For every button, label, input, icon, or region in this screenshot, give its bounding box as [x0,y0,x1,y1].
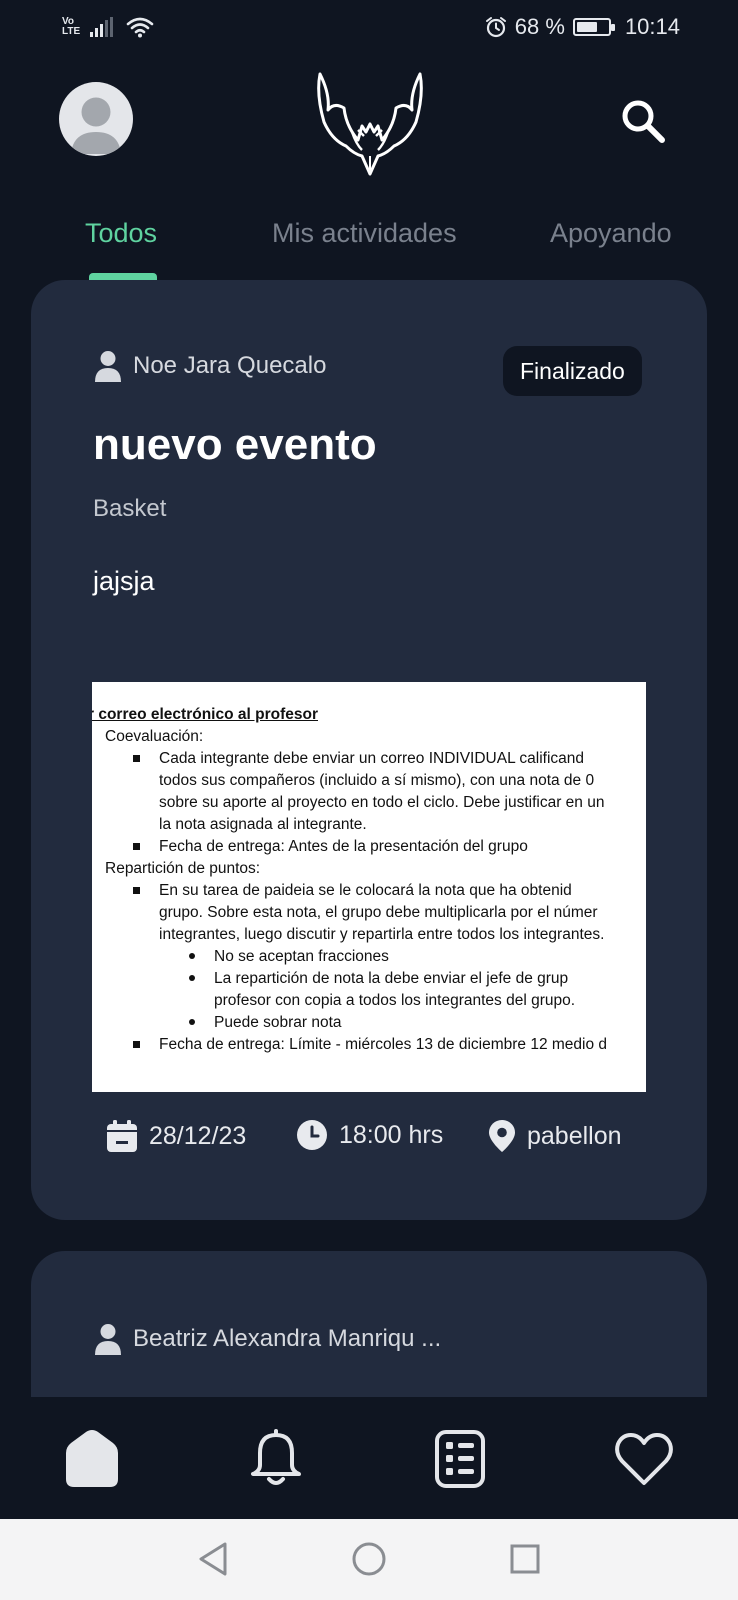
tab-mis-actividades[interactable]: Mis actividades [272,218,457,249]
list-icon [435,1430,485,1488]
doc-dot-bullet [189,1019,195,1025]
doc-square-bullet [133,843,140,850]
doc-line: Cada integrante debe enviar un correo IN… [159,750,585,767]
system-home-button[interactable] [349,1539,389,1579]
doc-line: Fecha de entrega: Antes de la presentaci… [159,838,528,855]
battery-level [576,22,598,32]
system-recents-button[interactable] [505,1539,545,1579]
doc-line: No se aceptan fracciones [214,948,389,965]
doc-dot-bullet [189,975,195,981]
doc-square-bullet [133,887,140,894]
system-back-button[interactable] [193,1539,233,1579]
heart-icon [615,1433,673,1485]
home-icon [66,1430,118,1487]
home-circle-icon [352,1542,386,1576]
system-nav-bar [0,1519,738,1600]
doc-line: Repartición de puntos: [105,860,261,877]
status-right: 68 % 10:14 [485,14,680,40]
volte-label-bottom: LTE [62,26,81,37]
author-name: Beatriz Alexandra Manriqu ... [133,1325,442,1352]
doc-line: integrantes, luego discutir y repartirla… [159,926,605,943]
bat-logo-icon [317,72,423,176]
event-category: Basket [93,495,167,522]
doc-square-bullet [133,1041,140,1048]
attachment-heading: r correo electrónico al profesor [92,706,318,723]
event-time: 18:00 hrs [297,1120,443,1150]
tab-todos[interactable]: Todos [85,218,157,249]
avatar[interactable] [59,82,133,156]
volte-indicator: Vo LTE [62,17,80,37]
app-screen: Vo LTE 68 % 10:14 Todos Mis actividades … [0,0,738,1600]
doc-line: Coevaluación: [105,728,204,745]
attachment-image[interactable]: r correo electrónico al profesor Coevalu… [92,682,646,1092]
battery-percent: 68 % [514,14,565,39]
avatar-placeholder-icon [71,97,121,154]
author-name: Noe Jara Quecalo [133,352,327,379]
doc-line: sobre su aporte al proyecto en todo el c… [159,794,605,811]
doc-line: Fecha de entrega: Límite - miércoles 13 … [159,1036,608,1053]
signal-icon [90,17,114,37]
bottom-nav [0,1397,738,1519]
event-time-text: 18:00 hrs [339,1120,444,1149]
status-left: Vo LTE [62,16,154,38]
calendar-icon [107,1120,137,1152]
card-author: Noe Jara Quecalo [95,350,326,382]
doc-line: todos sus compañeros (incluido a sí mism… [159,772,595,789]
battery-icon [572,18,615,36]
alarm-icon [485,17,506,38]
event-location-text: pabellon [527,1121,622,1150]
nav-favorites[interactable] [612,1427,676,1491]
doc-dot-bullet [189,953,195,959]
event-title: nuevo evento [93,420,377,469]
bell-icon [251,1429,301,1485]
doc-square-bullet [133,755,140,762]
event-location: pabellon [489,1120,622,1152]
doc-line: grupo. Sobre esta nota, el grupo debe mu… [159,904,598,921]
tab-apoyando[interactable]: Apoyando [550,218,672,249]
location-pin-icon [489,1120,515,1152]
clock: 10:14 [624,14,680,39]
nav-list[interactable] [428,1427,492,1491]
doc-line: Puede sobrar nota [214,1014,342,1031]
doc-line: profesor con copia a todos los integrant… [214,992,576,1009]
doc-line: La repartición de nota la debe enviar el… [214,970,569,987]
event-date: 28/12/23 [107,1120,246,1152]
event-date-text: 28/12/23 [149,1121,247,1150]
person-icon [95,351,121,382]
recents-icon [510,1544,540,1574]
event-description: jajsja [93,566,155,596]
doc-line: la nota asignada al integrante. [159,816,367,833]
nav-notifications[interactable] [244,1427,308,1491]
tab-bar: Todos Mis actividades Apoyando [0,210,738,280]
event-card[interactable]: Noe Jara Quecalo Finalizado nuevo evento… [31,280,707,1220]
status-bar: Vo LTE 68 % 10:14 [0,0,738,58]
event-meta: 28/12/23 18:00 hrs pabellon [31,1120,707,1160]
clock-icon [297,1120,327,1150]
search-icon[interactable] [616,94,672,150]
back-icon [199,1542,227,1576]
status-badge: Finalizado [503,346,642,396]
card-author: Beatriz Alexandra Manriqu ... [95,1323,441,1355]
active-tab-indicator [89,273,157,280]
person-icon [95,1324,121,1355]
doc-line: En su tarea de paideia se le colocará la… [159,882,572,899]
wifi-icon [126,17,154,38]
nav-home[interactable] [60,1427,124,1491]
